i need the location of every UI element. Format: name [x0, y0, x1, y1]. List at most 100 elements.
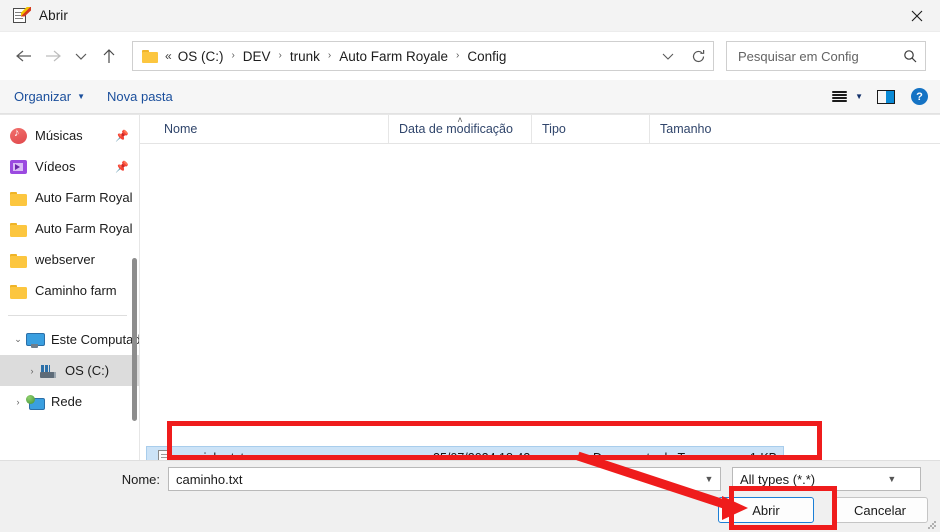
sidebar-quick-access: Músicas 📌 Vídeos 📌 Auto Farm Royal Auto …: [0, 115, 139, 417]
column-header-data-de-modificacao[interactable]: ˄ Data de modificação: [388, 115, 531, 143]
breadcrumb-separator: ›: [279, 51, 282, 61]
refresh-icon[interactable]: [683, 42, 713, 70]
up-icon[interactable]: [94, 41, 124, 71]
sidebar-item-webserver[interactable]: webserver: [0, 244, 139, 275]
search-icon: [903, 49, 917, 63]
close-icon[interactable]: [894, 0, 940, 32]
file-name-combobox[interactable]: ▼: [168, 467, 721, 491]
sidebar-item-auto-farm-royale-2[interactable]: Auto Farm Royal: [0, 213, 139, 244]
preview-pane-icon[interactable]: [877, 90, 895, 104]
chevron-right-icon[interactable]: ›: [24, 366, 40, 376]
breadcrumb-overflow[interactable]: «: [165, 49, 172, 63]
sort-ascending-icon: ˄: [457, 116, 462, 125]
sidebar-item-videos[interactable]: Vídeos 📌: [0, 151, 139, 182]
chevron-down-icon: ▼: [77, 92, 85, 101]
navigation-bar: « OS (C:) › DEV › trunk › Auto Farm Roya…: [0, 32, 940, 80]
chevron-down-icon: ▼: [855, 92, 863, 101]
recent-locations-chevron-down-icon[interactable]: [68, 41, 94, 71]
view-list-icon: [832, 91, 847, 102]
sidebar-item-label: Caminho farm: [35, 283, 117, 298]
dialog-footer: Nome: ▼ All types (*.*) ▼ Abrir Cancelar: [0, 460, 940, 532]
address-chevron-down-icon[interactable]: [653, 42, 683, 70]
music-icon: [10, 128, 27, 144]
sidebar-item-os-c[interactable]: › OS (C:): [0, 355, 139, 386]
address-bar[interactable]: « OS (C:) › DEV › trunk › Auto Farm Roya…: [132, 41, 714, 71]
breadcrumb-item-3[interactable]: Auto Farm Royale: [338, 49, 449, 64]
drive-icon: [40, 365, 57, 379]
folder-icon: [10, 192, 27, 206]
organize-button[interactable]: Organizar ▼: [14, 89, 85, 104]
sidebar-item-label: webserver: [35, 252, 95, 267]
notepad-edit-icon: [12, 7, 30, 25]
folder-icon: [142, 50, 158, 63]
command-bar: Organizar ▼ Nova pasta ▼ ?: [0, 80, 940, 114]
open-file-dialog: Abrir « OS (C:) › DEV › trunk ›: [0, 0, 940, 532]
folder-icon: [10, 223, 27, 237]
breadcrumb-separator: ›: [328, 51, 331, 61]
breadcrumb-item-4[interactable]: Config: [466, 49, 507, 64]
cancel-button[interactable]: Cancelar: [832, 497, 928, 523]
file-name-row: Nome: ▼ All types (*.*) ▼: [0, 466, 940, 492]
breadcrumb-item-0[interactable]: OS (C:): [177, 49, 225, 64]
chevron-down-icon[interactable]: ⌄: [10, 334, 26, 345]
file-name-input[interactable]: [169, 472, 698, 487]
file-type-filter-value: All types (*.*): [733, 472, 857, 487]
sidebar-item-label: Músicas: [35, 128, 83, 143]
sidebar-item-label: Rede: [51, 394, 82, 409]
folder-icon: [10, 285, 27, 299]
column-label: Tamanho: [660, 122, 711, 136]
column-label: Tipo: [542, 122, 566, 136]
sidebar-item-caminho-farm[interactable]: Caminho farm: [0, 275, 139, 306]
dialog-body: Músicas 📌 Vídeos 📌 Auto Farm Royal Auto …: [0, 114, 940, 460]
sidebar-item-label: Auto Farm Royal: [35, 221, 133, 236]
search-box[interactable]: [726, 41, 926, 71]
pin-icon[interactable]: 📌: [115, 129, 129, 142]
sidebar-item-label: Este Computador: [51, 332, 139, 347]
sidebar-item-label: Vídeos: [35, 159, 75, 174]
organize-label: Organizar: [14, 89, 71, 104]
file-list-pane: Nome ˄ Data de modificação Tipo Tamanho: [140, 115, 940, 460]
window-title: Abrir: [39, 8, 68, 23]
breadcrumb-separator: ›: [456, 51, 459, 61]
sidebar-item-auto-farm-royale-1[interactable]: Auto Farm Royal: [0, 182, 139, 213]
column-header-nome[interactable]: Nome: [140, 115, 388, 143]
folder-icon: [10, 254, 27, 268]
file-name-label: Nome:: [0, 472, 168, 487]
sidebar-item-este-computador[interactable]: ⌄ Este Computador: [0, 324, 139, 355]
file-type-filter-combobox[interactable]: All types (*.*) ▼: [732, 467, 921, 491]
sidebar-divider: [8, 315, 127, 316]
dialog-buttons: Abrir Cancelar: [718, 497, 928, 523]
breadcrumb-item-1[interactable]: DEV: [242, 49, 272, 64]
file-list: caminho.txt 25/07/2024 18:43 Documento d…: [140, 144, 940, 460]
pin-icon[interactable]: 📌: [115, 160, 129, 173]
title-bar: Abrir: [0, 0, 940, 32]
new-folder-button[interactable]: Nova pasta: [107, 89, 173, 104]
new-folder-label: Nova pasta: [107, 89, 173, 104]
column-header-tipo[interactable]: Tipo: [531, 115, 649, 143]
resize-grip-icon[interactable]: [927, 520, 937, 530]
back-icon[interactable]: [8, 41, 38, 71]
sidebar-item-label: OS (C:): [65, 363, 109, 378]
column-label: Data de modificação: [399, 122, 513, 136]
breadcrumb: OS (C:) › DEV › trunk › Auto Farm Royale…: [177, 49, 508, 64]
breadcrumb-item-2[interactable]: trunk: [289, 49, 321, 64]
sidebar-item-musicas[interactable]: Músicas 📌: [0, 120, 139, 151]
chevron-down-icon[interactable]: ▼: [857, 474, 920, 484]
video-icon: [10, 160, 27, 174]
help-icon[interactable]: ?: [911, 88, 928, 105]
chevron-down-icon[interactable]: ▼: [698, 474, 720, 484]
sidebar-item-rede[interactable]: › Rede: [0, 386, 139, 417]
forward-icon[interactable]: [38, 41, 68, 71]
this-pc-icon: [26, 333, 43, 348]
column-headers: Nome ˄ Data de modificação Tipo Tamanho: [140, 115, 940, 144]
column-label: Nome: [164, 122, 197, 136]
breadcrumb-separator: ›: [231, 51, 234, 61]
chevron-right-icon[interactable]: ›: [10, 397, 26, 407]
sidebar-scrollbar[interactable]: [132, 258, 137, 421]
navigation-sidebar: Músicas 📌 Vídeos 📌 Auto Farm Royal Auto …: [0, 115, 140, 460]
open-button[interactable]: Abrir: [718, 497, 814, 523]
view-options-button[interactable]: ▼: [832, 91, 863, 102]
sidebar-item-label: Auto Farm Royal: [35, 190, 133, 205]
column-header-tamanho[interactable]: Tamanho: [649, 115, 755, 143]
search-input[interactable]: [738, 49, 903, 64]
